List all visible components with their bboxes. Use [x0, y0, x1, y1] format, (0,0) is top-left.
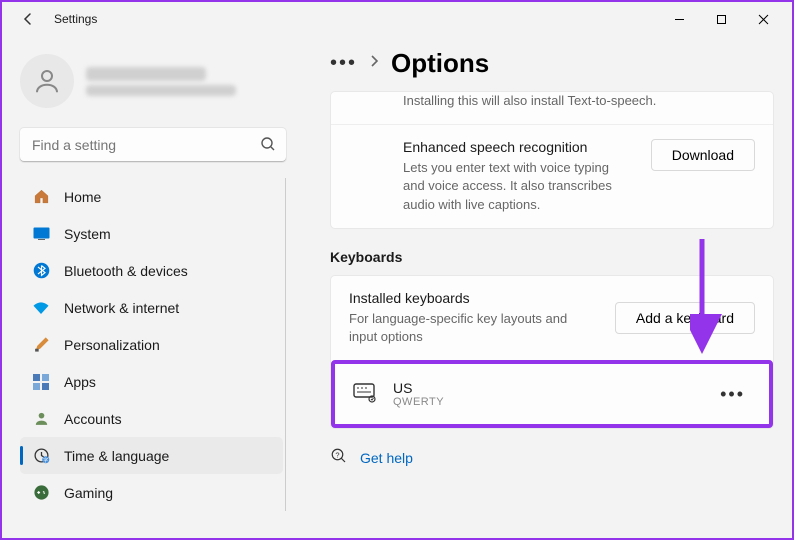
nav-time-language[interactable]: 字 Time & language [20, 437, 283, 474]
avatar [20, 54, 74, 108]
nav-label: Gaming [64, 485, 113, 501]
help-label: Get help [360, 450, 413, 466]
nav-label: Personalization [64, 337, 160, 353]
user-name [86, 67, 206, 81]
nav-label: System [64, 226, 111, 242]
title-bar: Settings [2, 2, 792, 36]
bluetooth-icon [32, 262, 50, 280]
page-title: Options [391, 48, 489, 79]
keyboard-layout: QWERTY [393, 396, 696, 408]
back-button[interactable] [10, 4, 46, 34]
breadcrumb: ••• Options [330, 48, 774, 79]
add-keyboard-button[interactable]: Add a keyboard [615, 302, 755, 334]
esr-title: Enhanced speech recognition [403, 139, 631, 155]
system-icon [32, 225, 50, 243]
chevron-right-icon [369, 54, 379, 73]
nav-label: Apps [64, 374, 96, 390]
user-profile[interactable] [20, 48, 286, 122]
maximize-button[interactable] [700, 4, 742, 34]
nav-personalization[interactable]: Personalization [20, 326, 283, 363]
search-input[interactable] [20, 128, 286, 162]
nav-accounts[interactable]: Accounts [20, 400, 283, 437]
apps-icon [32, 373, 50, 391]
paintbrush-icon [32, 336, 50, 354]
nav-list: Home System Bluetooth & devices Network … [20, 178, 286, 511]
get-help-link[interactable]: ? Get help [330, 447, 774, 468]
search-icon [260, 136, 276, 157]
gaming-icon [32, 484, 50, 502]
install-note: Installing this will also install Text-t… [403, 92, 755, 110]
nav-network[interactable]: Network & internet [20, 289, 283, 326]
nav-apps[interactable]: Apps [20, 363, 283, 400]
person-icon [32, 66, 62, 96]
main-content: ••• Options Installing this will also in… [302, 36, 792, 538]
nav-system[interactable]: System [20, 215, 283, 252]
esr-desc: Lets you enter text with voice typing an… [403, 159, 623, 214]
nav-label: Network & internet [64, 300, 179, 316]
app-title: Settings [54, 12, 97, 26]
download-button[interactable]: Download [651, 139, 755, 171]
installed-keyboards-row: Installed keyboards For language-specifi… [331, 276, 773, 360]
home-icon [32, 188, 50, 206]
nav-label: Accounts [64, 411, 122, 427]
user-email [86, 85, 236, 96]
minimize-button[interactable] [658, 4, 700, 34]
nav-label: Home [64, 189, 101, 205]
svg-text:?: ? [335, 451, 339, 460]
nav-gaming[interactable]: Gaming [20, 474, 283, 511]
sidebar: Home System Bluetooth & devices Network … [2, 36, 302, 538]
account-icon [32, 410, 50, 428]
help-icon: ? [330, 447, 348, 468]
arrow-left-icon [20, 11, 36, 27]
keyboard-name: US [393, 380, 696, 396]
nav-home[interactable]: Home [20, 178, 283, 215]
search-box[interactable] [20, 128, 286, 162]
keyboard-more-button[interactable]: ••• [714, 384, 751, 405]
keyboards-card: Installed keyboards For language-specifi… [330, 275, 774, 429]
installed-desc: For language-specific key layouts and in… [349, 310, 597, 346]
nav-label: Time & language [64, 448, 169, 464]
close-button[interactable] [742, 4, 784, 34]
nav-label: Bluetooth & devices [64, 263, 188, 279]
nav-bluetooth[interactable]: Bluetooth & devices [20, 252, 283, 289]
keyboard-item-us[interactable]: US QWERTY ••• [331, 360, 773, 428]
installed-title: Installed keyboards [349, 290, 597, 306]
keyboard-icon [353, 383, 375, 405]
wifi-icon [32, 299, 50, 317]
speech-card: Installing this will also install Text-t… [330, 91, 774, 229]
clock-icon: 字 [32, 447, 50, 465]
window-controls [658, 4, 784, 34]
keyboards-heading: Keyboards [330, 249, 774, 265]
breadcrumb-overflow[interactable]: ••• [330, 52, 357, 75]
